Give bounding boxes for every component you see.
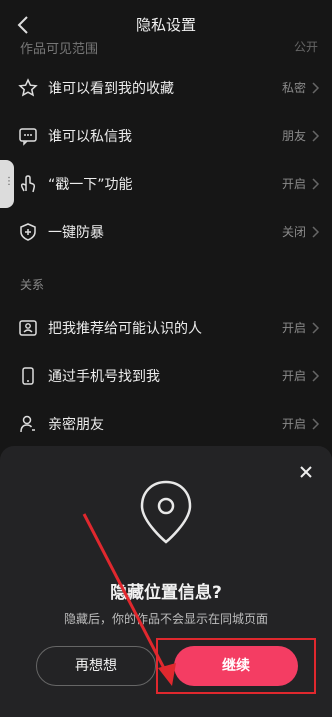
chevron-right-icon [312, 178, 320, 190]
sheet-description: 隐藏后，你的作品不会显示在同城页面 [63, 612, 268, 626]
id-card-icon [19, 320, 37, 336]
location-pin-icon [140, 480, 192, 544]
chevron-right-icon [312, 322, 320, 334]
row-value: 私密 [281, 81, 306, 95]
row-label: 通过手机号找到我 [48, 369, 160, 385]
row-label: 亲密朋友 [48, 417, 104, 433]
row-close-friends[interactable]: 亲密朋友 开启 [0, 400, 332, 448]
row-value: 关闭 [281, 225, 306, 239]
row-label: 谁可以私信我 [48, 129, 132, 145]
phone-icon [22, 367, 34, 385]
row-poke-feature[interactable]: “戳一下”功能 开启 [0, 160, 332, 208]
row-favorites-visibility[interactable]: 谁可以看到我的收藏 私密 [0, 64, 332, 112]
row-find-by-phone[interactable]: 通过手机号找到我 开启 [0, 352, 332, 400]
chevron-right-icon [312, 82, 320, 94]
chevron-right-icon [312, 370, 320, 382]
row-label: 一键防暴 [48, 225, 104, 241]
partial-row-label[interactable]: 作品可见范围 [20, 38, 98, 57]
row-value: 开启 [281, 177, 306, 191]
row-recommend-me[interactable]: 把我推荐给可能认识的人 开启 [0, 304, 332, 352]
side-drawer-handle[interactable]: ⋮ [0, 160, 14, 208]
chevron-right-icon [312, 130, 320, 142]
shield-icon [20, 223, 36, 241]
row-value: 朋友 [281, 129, 306, 143]
row-label: 谁可以看到我的收藏 [48, 81, 174, 97]
row-value: 开启 [281, 417, 306, 431]
chevron-right-icon [312, 418, 320, 430]
partial-row-value: 公开 [293, 40, 318, 54]
close-icon[interactable] [298, 464, 314, 480]
sheet-title: 隐藏位置信息? [110, 583, 222, 603]
handle-grip-icon: ⋮ [4, 176, 14, 187]
cancel-button[interactable]: 再想想 [36, 646, 156, 686]
row-anti-harassment[interactable]: 一键防暴 关闭 [0, 208, 332, 256]
section-label-relations: 关系 [20, 278, 45, 292]
page-title: 隐私设置 [135, 16, 196, 34]
row-value: 开启 [281, 369, 306, 383]
row-value: 开启 [281, 321, 306, 335]
row-private-message[interactable]: 谁可以私信我 朋友 [0, 112, 332, 160]
row-label: “戳一下”功能 [48, 177, 133, 193]
person-icon [20, 415, 35, 433]
message-icon [19, 128, 37, 146]
chevron-right-icon [312, 226, 320, 238]
star-icon [18, 78, 38, 97]
annotation-highlight-box [156, 638, 316, 694]
poke-hand-icon [20, 175, 36, 193]
row-label: 把我推荐给可能认识的人 [48, 321, 202, 337]
